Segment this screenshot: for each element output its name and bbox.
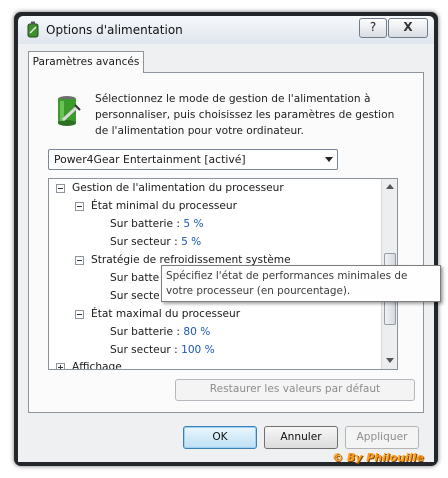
min-battery-value[interactable]: 5 %	[183, 218, 203, 230]
battery-icon	[51, 93, 83, 129]
max-battery-value[interactable]: 80 %	[183, 326, 210, 338]
help-button[interactable]: ?	[359, 18, 387, 38]
tooltip: Spécifiez l'état de performances minimal…	[161, 265, 441, 302]
power-plan-value: Power4Gear Entertainment [activé]	[54, 153, 246, 166]
watermark: © By Philouille	[332, 451, 424, 464]
tree-item-display[interactable]: Affichage	[56, 361, 122, 369]
window-title: Options d'alimentation	[46, 23, 183, 37]
tree-item-max-battery[interactable]: Sur batterie : 80 %	[110, 326, 210, 338]
scroll-down-icon[interactable]	[386, 358, 394, 363]
close-button[interactable]: X	[388, 18, 428, 38]
tree-item-min-state[interactable]: État minimal du processeur	[75, 200, 237, 212]
dialog-body: Paramètres avancés Sélectionnez le mode …	[18, 44, 434, 462]
intro-text: Sélectionnez le mode de gestion de l'ali…	[95, 93, 395, 137]
title-bar: Options d'alimentation ? X	[18, 16, 434, 44]
chevron-down-icon	[325, 157, 333, 162]
advanced-settings-panel: Sélectionnez le mode de gestion de l'ali…	[28, 72, 424, 413]
tab-advanced-settings[interactable]: Paramètres avancés	[28, 51, 144, 73]
apply-button[interactable]: Appliquer	[345, 426, 419, 449]
tree-item-processor-power[interactable]: Gestion de l'alimentation du processeur	[56, 182, 284, 194]
tree-item-min-ac[interactable]: Sur secteur : 5 %	[110, 236, 201, 248]
ok-button[interactable]: OK	[183, 426, 257, 449]
collapse-icon[interactable]	[75, 201, 84, 211]
restore-defaults-button[interactable]: Restaurer les valeurs par défaut	[175, 379, 415, 401]
expand-icon[interactable]	[56, 362, 65, 369]
collapse-icon[interactable]	[56, 183, 65, 193]
power-options-icon	[25, 21, 41, 39]
max-ac-value[interactable]: 100 %	[181, 344, 215, 356]
scroll-up-icon[interactable]	[386, 184, 394, 189]
tree-item-max-state[interactable]: État maximal du processeur	[75, 308, 240, 320]
tree-item-cooling-ac[interactable]: Sur secte	[110, 290, 160, 302]
tree-item-cooling-battery[interactable]: Sur batte	[110, 272, 159, 284]
tree-item-min-battery[interactable]: Sur batterie : 5 %	[110, 218, 204, 230]
collapse-icon[interactable]	[75, 309, 84, 319]
cancel-button[interactable]: Annuler	[264, 426, 338, 449]
tree-item-max-ac[interactable]: Sur secteur : 100 %	[110, 344, 215, 356]
min-ac-value[interactable]: 5 %	[181, 236, 201, 248]
power-plan-dropdown[interactable]: Power4Gear Entertainment [activé]	[48, 149, 338, 170]
collapse-icon[interactable]	[75, 255, 84, 265]
